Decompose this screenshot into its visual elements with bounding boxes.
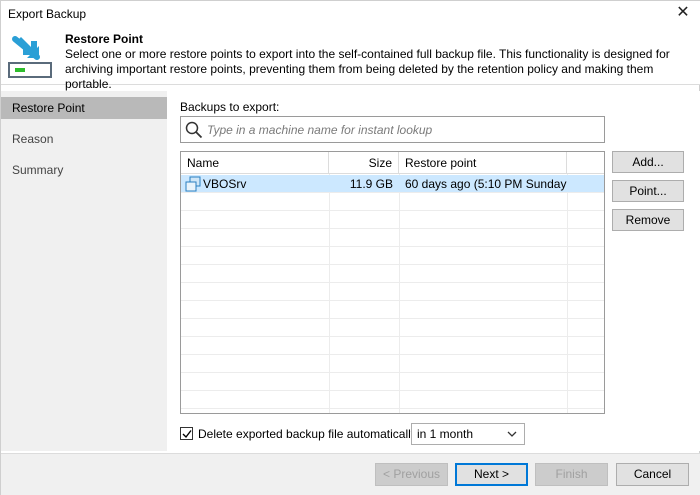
backups-to-export-label: Backups to export: <box>180 100 280 114</box>
table-row-empty <box>181 373 604 391</box>
window-title: Export Backup <box>8 7 87 21</box>
remove-button[interactable]: Remove <box>612 209 684 231</box>
table-row-empty <box>181 355 604 373</box>
table-row-empty <box>181 391 604 409</box>
column-header-restore-point[interactable]: Restore point <box>399 152 567 174</box>
table-row[interactable]: VBOSrv 11.9 GB 60 days ago (5:10 PM Sund… <box>181 175 604 193</box>
chevron-down-icon <box>507 431 517 437</box>
delete-automatically-checkbox[interactable] <box>180 427 193 440</box>
retention-period-value: in 1 month <box>417 427 474 441</box>
table-row-empty <box>181 193 604 211</box>
backups-table[interactable]: Name Size Restore point VBOSrv 11.9 GB 6… <box>180 151 605 414</box>
point-button[interactable]: Point... <box>612 180 684 202</box>
search-input[interactable] <box>207 120 597 139</box>
step-summary[interactable]: Summary <box>1 159 167 181</box>
table-row-empty <box>181 229 604 247</box>
search-icon <box>185 121 203 139</box>
finish-button[interactable]: Finish <box>535 463 608 486</box>
cancel-button[interactable]: Cancel <box>616 463 689 486</box>
checkmark-icon <box>182 430 192 439</box>
step-restore-point[interactable]: Restore Point <box>1 97 167 119</box>
column-header-name[interactable]: Name <box>181 152 329 174</box>
table-header: Name Size Restore point <box>181 152 604 174</box>
table-row-empty <box>181 265 604 283</box>
step-reason[interactable]: Reason <box>1 128 167 150</box>
table-row-empty <box>181 319 604 337</box>
title-bar: Export Backup ✕ <box>1 1 700 27</box>
row-restore-point: 60 days ago (5:10 PM Sunday ... <box>405 177 567 191</box>
row-size: 11.9 GB <box>349 177 393 191</box>
column-header-size[interactable]: Size <box>329 152 399 174</box>
delete-automatically-label[interactable]: Delete exported backup file automaticall… <box>198 427 417 441</box>
header-title: Restore Point <box>65 32 144 46</box>
next-button[interactable]: Next > <box>455 463 528 486</box>
retention-period-select[interactable]: in 1 month <box>411 423 525 445</box>
table-row-empty <box>181 301 604 319</box>
add-button[interactable]: Add... <box>612 151 684 173</box>
previous-button[interactable]: < Previous <box>375 463 448 486</box>
table-row-empty <box>181 247 604 265</box>
wizard-steps: Restore Point Reason Summary <box>1 91 167 451</box>
table-row-empty <box>181 211 604 229</box>
table-row-empty <box>181 283 604 301</box>
header-description: Select one or more restore points to exp… <box>65 47 670 91</box>
row-name: VBOSrv <box>203 177 247 191</box>
export-backup-window: Export Backup ✕ Restore Point Select one… <box>0 0 700 495</box>
close-icon[interactable]: ✕ <box>673 3 693 23</box>
wizard-header: Restore Point Select one or more restore… <box>1 27 700 91</box>
export-wizard-icon <box>8 36 52 78</box>
search-box[interactable] <box>180 116 605 143</box>
table-row-empty <box>181 337 604 355</box>
